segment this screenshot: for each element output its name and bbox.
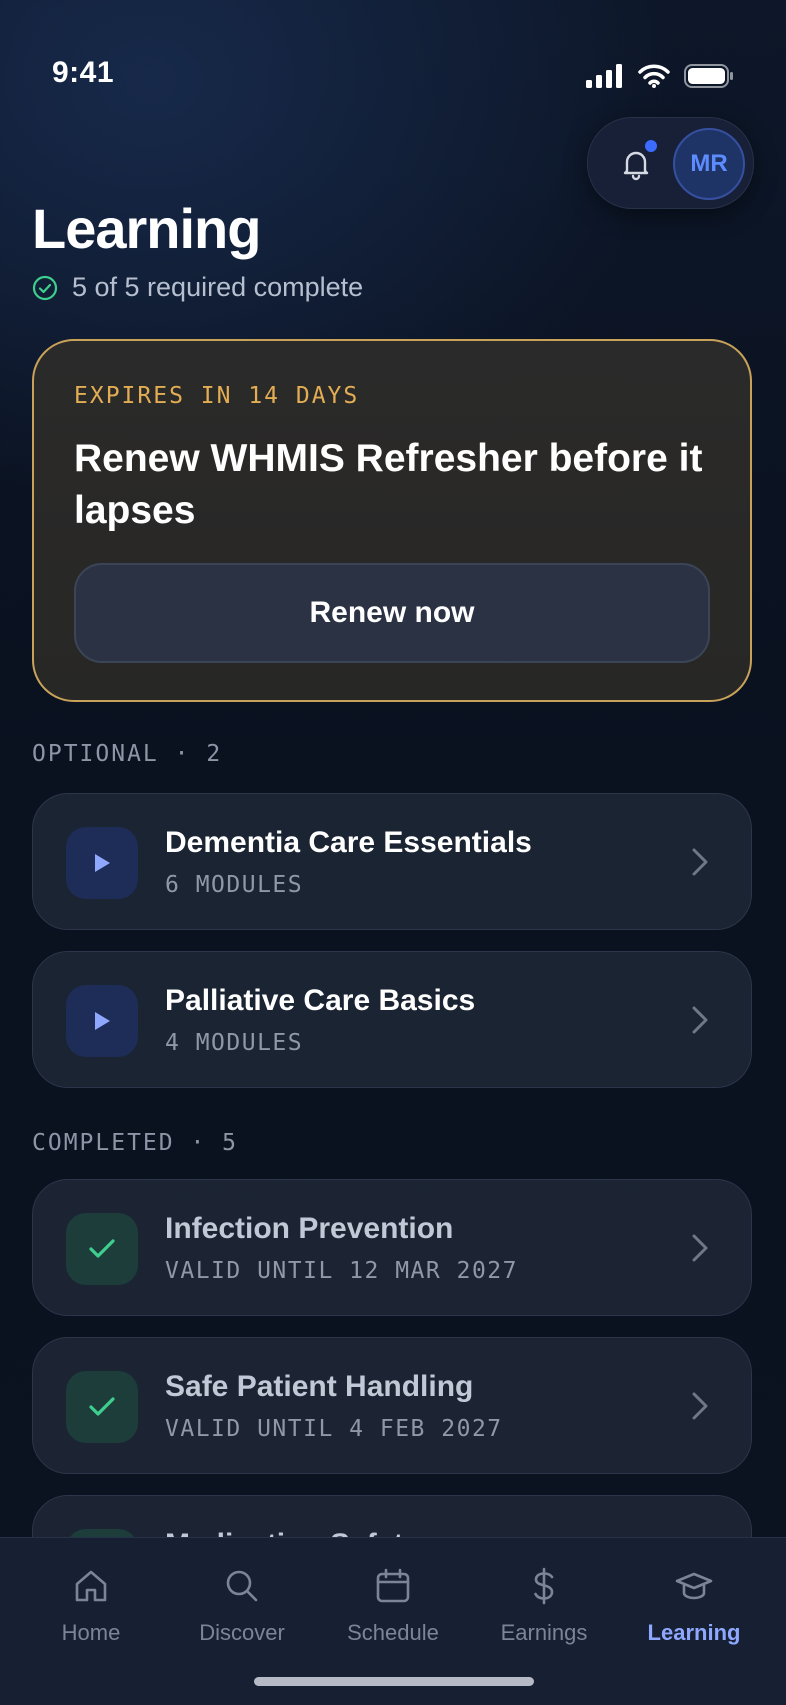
- status-icons: [586, 64, 734, 88]
- section-label-optional: OPTIONAL · 2: [32, 741, 223, 767]
- check-circle-icon: [32, 275, 58, 300]
- renew-now-button[interactable]: Renew now: [74, 563, 710, 663]
- course-subtitle: 6 MODULES: [165, 872, 304, 898]
- tab-learning[interactable]: Learning: [619, 1566, 769, 1656]
- chevron-right-icon: [692, 1006, 708, 1034]
- tab-schedule[interactable]: Schedule: [318, 1566, 468, 1656]
- section-label-completed: COMPLETED · 5: [32, 1130, 239, 1156]
- status-time: 9:41: [52, 56, 115, 89]
- home-indicator: [254, 1677, 534, 1686]
- course-title: Infection Prevention: [165, 1212, 454, 1245]
- tab-bar: Home Discover Schedule Earnings Learning: [0, 1537, 786, 1705]
- tab-label: Schedule: [347, 1620, 439, 1645]
- course-title: Safe Patient Handling: [165, 1370, 474, 1403]
- course-row-palliative-care[interactable]: Palliative Care Basics 4 MODULES: [32, 951, 752, 1088]
- course-row-safe-patient-handling[interactable]: Safe Patient Handling VALID UNTIL 4 FEB …: [32, 1337, 752, 1474]
- tab-label: Learning: [647, 1620, 741, 1645]
- tab-home[interactable]: Home: [16, 1566, 166, 1656]
- status-bar: 9:41: [0, 0, 786, 110]
- page-title: Learning: [32, 197, 261, 260]
- course-title: Dementia Care Essentials: [165, 826, 532, 859]
- alert-eyebrow: EXPIRES IN 14 DAYS: [74, 383, 360, 409]
- tab-discover[interactable]: Discover: [167, 1566, 317, 1656]
- course-row-infection-prevention[interactable]: Infection Prevention VALID UNTIL 12 MAR …: [32, 1179, 752, 1316]
- avatar[interactable]: MR: [673, 128, 745, 200]
- course-subtitle: VALID UNTIL 4 FEB 2027: [165, 1416, 503, 1442]
- check-icon: [66, 1213, 138, 1285]
- graduation-cap-icon: [675, 1572, 713, 1600]
- wifi-icon: [638, 64, 670, 88]
- header-actions: MR: [587, 117, 754, 209]
- notification-badge: [643, 138, 659, 154]
- home-icon: [75, 1570, 107, 1602]
- tab-earnings[interactable]: Earnings: [469, 1566, 619, 1656]
- battery-icon: [684, 64, 733, 88]
- progress-text: 5 of 5 required complete: [72, 272, 364, 302]
- chevron-right-icon: [692, 1392, 708, 1420]
- course-subtitle: VALID UNTIL 12 MAR 2027: [165, 1258, 518, 1284]
- search-icon: [226, 1570, 258, 1602]
- play-icon: [66, 985, 138, 1057]
- chevron-right-icon: [692, 848, 708, 876]
- dollar-icon: [534, 1567, 554, 1605]
- alert-title: Renew WHMIS Refresher before it lapses: [74, 437, 703, 532]
- play-icon: [66, 827, 138, 899]
- course-title: Palliative Care Basics: [165, 984, 476, 1017]
- tab-label: Discover: [199, 1620, 285, 1645]
- chevron-right-icon: [692, 1234, 708, 1262]
- calendar-icon: [376, 1568, 410, 1603]
- course-subtitle: 4 MODULES: [165, 1030, 304, 1056]
- course-row-dementia-care[interactable]: Dementia Care Essentials 6 MODULES: [32, 793, 752, 930]
- tab-label: Earnings: [500, 1620, 588, 1645]
- required-progress: 5 of 5 required complete: [32, 272, 363, 303]
- tab-label: Home: [61, 1620, 121, 1645]
- expiry-alert-card: EXPIRES IN 14 DAYS Renew WHMIS Refresher…: [32, 339, 752, 702]
- cellular-signal-icon: [586, 64, 622, 88]
- check-icon: [66, 1371, 138, 1443]
